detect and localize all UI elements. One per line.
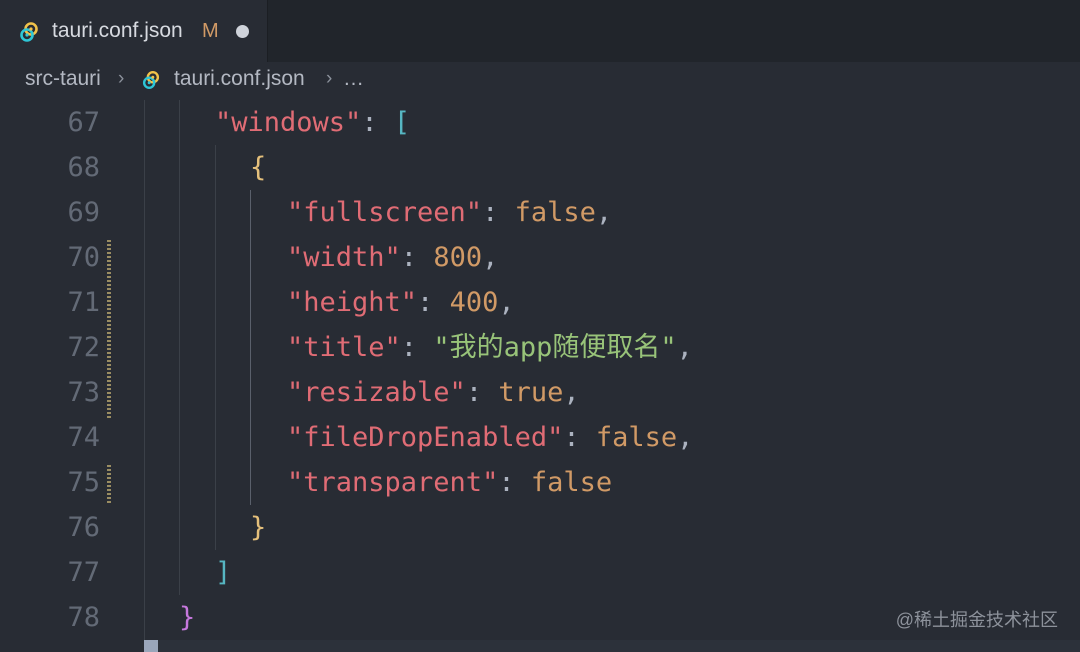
- code-token: "我的app随便取名": [433, 332, 677, 363]
- code-content: "title": "我的app随便取名",: [287, 325, 693, 370]
- code-token: ,: [563, 377, 580, 408]
- line-number: 78: [67, 602, 100, 633]
- code-token: :: [400, 332, 434, 363]
- line-number: 73: [67, 377, 100, 408]
- code-line[interactable]: 71 "height": 400,: [0, 280, 1080, 325]
- code-token: "windows": [215, 107, 362, 138]
- code-line[interactable]: 75 "transparent": false: [0, 460, 1080, 505]
- code-token: ,: [595, 197, 613, 228]
- code-token: [: [393, 107, 411, 138]
- code-token: ,: [482, 242, 499, 273]
- code-content: ]: [215, 550, 231, 595]
- code-line[interactable]: 74 "fileDropEnabled": false,: [0, 415, 1080, 460]
- code-token: :: [482, 197, 515, 228]
- code-token: :: [361, 107, 394, 138]
- code-token: :: [465, 377, 499, 408]
- code-line[interactable]: 73 "resizable": true,: [0, 370, 1080, 415]
- line-number: 74: [67, 422, 100, 453]
- code-content: "resizable": true,: [287, 370, 580, 415]
- code-editor-window: tauri.conf.json M src-tauri › tauri.conf…: [0, 0, 1080, 652]
- code-token: "fullscreen": [287, 197, 483, 228]
- code-content: "fileDropEnabled": false,: [287, 415, 693, 460]
- horizontal-scrollbar[interactable]: [144, 640, 1080, 652]
- code-token: true: [498, 377, 564, 408]
- code-token: :: [400, 242, 434, 273]
- code-token: 800: [433, 242, 483, 273]
- tauri-file-icon: [142, 71, 160, 89]
- line-number: 68: [67, 152, 100, 183]
- breadcrumb: src-tauri › tauri.conf.json › …: [0, 62, 1080, 96]
- code-line[interactable]: 77]: [0, 550, 1080, 595]
- tauri-file-icon: [20, 22, 38, 42]
- scrollbar-thumb[interactable]: [144, 640, 158, 652]
- tab-label: tauri.conf.json: [52, 19, 183, 42]
- code-line[interactable]: 67 "windows": [: [0, 100, 1080, 145]
- code-token: "height": [287, 287, 418, 318]
- code-token: :: [498, 467, 531, 498]
- line-number: 67: [67, 107, 100, 138]
- line-number: 76: [67, 512, 100, 543]
- code-editor[interactable]: 67 "windows": [68{69 "fullscreen": false, 7…: [0, 100, 1080, 652]
- line-number: 75: [67, 467, 100, 498]
- breadcrumb-file[interactable]: tauri.conf.json: [174, 66, 305, 92]
- code-line[interactable]: 68 {: [0, 145, 1080, 190]
- code-token: }: [179, 602, 196, 633]
- code-content: "windows": [: [215, 100, 410, 145]
- code-token: "title": [287, 332, 401, 363]
- code-line[interactable]: 69 "fullscreen": false,: [0, 190, 1080, 235]
- watermark: @稀土掘金技术社区: [895, 610, 1058, 630]
- tab-bar: tauri.conf.json M: [0, 0, 1080, 62]
- chevron-right-icon: ›: [326, 68, 333, 89]
- breadcrumb-more[interactable]: …: [343, 66, 364, 92]
- code-token: false: [530, 467, 613, 498]
- code-content: "transparent": false: [287, 460, 612, 505]
- code-line[interactable]: 72 "title": "我的app随便取名",: [0, 325, 1080, 370]
- code-token: "resizable": [287, 377, 466, 408]
- code-content: {: [250, 145, 266, 190]
- line-number: 71: [67, 287, 100, 318]
- code-token: ,: [676, 332, 693, 363]
- code-token: :: [417, 287, 450, 318]
- code-content: "fullscreen": false,: [287, 190, 612, 235]
- line-number: 77: [67, 557, 100, 588]
- code-token: false: [595, 422, 678, 453]
- tab-tauri-conf-json[interactable]: tauri.conf.json M: [0, 0, 268, 62]
- modified-badge: M: [202, 20, 219, 42]
- code-line[interactable]: 76}: [0, 505, 1080, 550]
- line-number: 72: [67, 332, 100, 363]
- chevron-right-icon: ›: [118, 68, 125, 89]
- code-content: "width": 800,: [287, 235, 498, 280]
- code-token: 400: [449, 287, 499, 318]
- breadcrumb-folder[interactable]: src-tauri: [25, 66, 101, 92]
- code-token: ,: [498, 287, 515, 318]
- code-token: }: [250, 512, 267, 543]
- line-number: 69: [67, 197, 100, 228]
- code-token: false: [514, 197, 596, 228]
- code-content: }: [250, 505, 266, 550]
- code-token: "fileDropEnabled": [287, 422, 564, 453]
- code-token: "width": [287, 242, 401, 273]
- code-token: ,: [677, 422, 694, 453]
- code-content: }: [179, 595, 195, 640]
- code-token: "transparent": [287, 467, 499, 498]
- unsaved-dot-icon[interactable]: [236, 25, 249, 38]
- code-token: ]: [215, 557, 232, 588]
- code-line[interactable]: 70 "width": 800,: [0, 235, 1080, 280]
- code-token: :: [563, 422, 596, 453]
- code-content: "height": 400,: [287, 280, 515, 325]
- line-number: 70: [67, 242, 100, 273]
- code-token: {: [250, 152, 267, 183]
